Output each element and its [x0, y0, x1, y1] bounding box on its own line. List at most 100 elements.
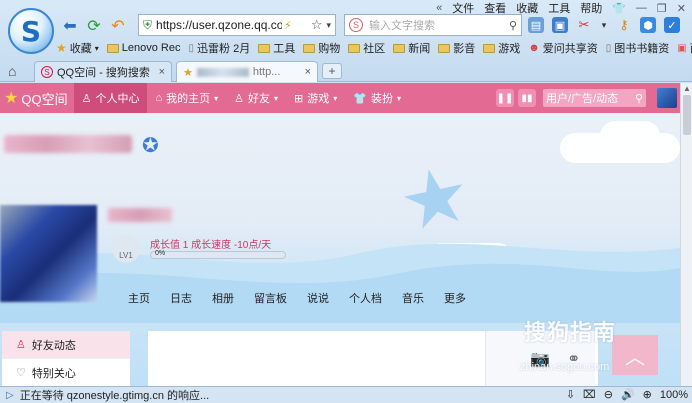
volume-icon[interactable]: 🔊 [621, 388, 635, 401]
bookmark-community[interactable]: 社区 [348, 40, 385, 56]
tab-more[interactable]: 更多 [434, 291, 476, 307]
zoom-out-icon[interactable]: ⊖ [604, 388, 613, 401]
menu-friends-feed[interactable]: ♙ 好友动态 [2, 331, 130, 359]
vip-badge-icon[interactable]: ✪ [142, 133, 159, 158]
folder-icon [483, 43, 496, 53]
tab-close-icon[interactable]: × [159, 66, 165, 78]
bookmark-news[interactable]: 新闻 [393, 40, 430, 56]
qzone-search-input[interactable]: 用户/广告/动态 ⚲ [543, 89, 646, 107]
tab-album[interactable]: 相册 [202, 291, 244, 307]
tab-qzone-search[interactable]: S QQ空间 - 搜狗搜索 × [34, 61, 172, 82]
back-to-top-button[interactable]: ︿ [612, 335, 658, 375]
bookmark-iask[interactable]: ☻ 爱问共享资 [528, 40, 598, 56]
growth-info[interactable]: 成长值 1 成长速度 -10点/天 [150, 236, 271, 251]
address-bar[interactable]: ⛨ https://user.qzone.qq.com ⚡ ☆ ▾ [138, 14, 336, 36]
bookmark-xunlei[interactable]: ▯ 迅雷粉 2月 [189, 40, 251, 56]
scrollbar-thumb[interactable] [683, 95, 691, 135]
security-shield-icon[interactable]: ✓ [664, 17, 680, 33]
nav-my-homepage[interactable]: ⌂ 我的主页 ▾ [147, 83, 226, 113]
minimize-icon[interactable]: — [636, 2, 647, 14]
screenshot-icon[interactable]: ▣ [552, 17, 568, 33]
bookmark-games[interactable]: 游戏 [483, 40, 520, 56]
undo-icon[interactable]: ↶ [108, 16, 128, 36]
qzone-star-icon: ★ [4, 90, 19, 107]
site-icon: ▣ [677, 42, 687, 54]
user-avatar-small[interactable] [657, 88, 677, 108]
shirt-icon[interactable]: 👕 [612, 2, 626, 15]
account-icon[interactable]: ⬢ [640, 17, 656, 33]
dropdown-icon[interactable]: ▾ [326, 20, 331, 31]
key-icon[interactable]: ⚷ [616, 17, 632, 33]
bookmark-lenovo[interactable]: Lenovo Rec [106, 42, 181, 54]
address-text[interactable]: https://user.qzone.qq.com [156, 18, 282, 32]
toolbar-icons: ▤ ▣ ✂ ▾ ⚷ ⬢ ✓ [528, 14, 680, 36]
zoom-icon[interactable]: ⊕ [643, 388, 652, 401]
vertical-scrollbar[interactable]: ▲ [680, 83, 692, 386]
tab-shuoshuo[interactable]: 说说 [297, 291, 339, 307]
heart-icon: ♡ [16, 367, 26, 379]
status-right-icons: ⇩ ⌧ ⊖ 🔊 ⊕ 100% [566, 388, 688, 402]
nav-personal-center[interactable]: ♙ 个人中心 [73, 83, 148, 113]
left-menu: ♙ 好友动态 ♡ 特别关心 [2, 331, 130, 386]
nav-games[interactable]: ⊞ 游戏 ▾ [286, 83, 345, 113]
bookmark-xiyou[interactable]: ▣西幼 [677, 40, 692, 56]
menu-special-care[interactable]: ♡ 特别关心 [2, 359, 130, 386]
person-icon: ♙ [16, 339, 26, 351]
sogou-s-icon: S [349, 18, 363, 32]
shirt-icon: 👕 [353, 92, 367, 105]
profile-tabs: 主页 日志 相册 留言板 说说 个人档 音乐 更多 [118, 291, 476, 307]
tab-profile[interactable]: 个人档 [339, 291, 392, 307]
screenshot-icon[interactable]: ⌧ [583, 388, 596, 401]
download-icon[interactable]: ⇩ [566, 388, 575, 401]
bookmark-shopping[interactable]: 购物 [303, 40, 340, 56]
blurred-tab-title [196, 67, 249, 77]
back-arrow-icon[interactable]: ⬅ [60, 16, 80, 36]
person-icon: ♙ [81, 92, 92, 105]
profile-avatar[interactable] [0, 205, 97, 302]
new-tab-button[interactable]: + [322, 63, 342, 79]
tab-blog[interactable]: 日志 [160, 291, 202, 307]
qzone-logo[interactable]: ★ QQ空间 [0, 83, 74, 113]
chevron-down-icon: ▾ [333, 93, 338, 103]
pause-icon[interactable]: ❚❚ [496, 89, 514, 107]
tab-qzone-user[interactable]: ★ http... × [176, 61, 318, 82]
search-icon[interactable]: ⚲ [509, 19, 517, 32]
restore-icon[interactable]: ❐ [657, 2, 667, 15]
close-icon[interactable]: ✕ [677, 2, 686, 15]
search-icon[interactable]: ⚲ [635, 92, 643, 105]
star-icon[interactable]: ☆ [311, 17, 323, 33]
friends-icon: ♙ [234, 92, 244, 105]
home-icon[interactable]: ⌂ [8, 63, 16, 79]
sidebar-toggle-icon[interactable]: ▷ [6, 390, 14, 401]
scroll-up-icon[interactable]: ▲ [683, 84, 691, 93]
tab-home[interactable]: 主页 [118, 291, 160, 307]
bookmark-tools[interactable]: 工具 [258, 40, 295, 56]
page-icon[interactable]: ▤ [528, 17, 544, 33]
page-icon: ▯ [605, 42, 612, 54]
zoom-level[interactable]: 100% [660, 389, 688, 401]
chevron-down-icon: ▾ [274, 93, 279, 103]
bookmark-media[interactable]: 影音 [438, 40, 475, 56]
refresh-icon[interactable]: ⟳ [84, 16, 104, 36]
scissors-dropdown-icon[interactable]: ▾ [600, 17, 608, 33]
favorites-button[interactable]: ★ 收藏 ▾ [56, 40, 99, 56]
nav-decorate[interactable]: 👕 装扮 ▾ [345, 83, 409, 113]
double-chevron-up-icon[interactable]: « [436, 2, 442, 14]
folder-icon [438, 43, 451, 53]
browser-search-box[interactable]: S 输入文字搜索 ⚲ [344, 14, 522, 36]
nav-friends[interactable]: ♙ 好友 ▾ [226, 83, 286, 113]
browser-chrome: S « 文件 查看 收藏 工具 帮助 👕 — ❐ ✕ ⬅ ⟳ ↶ ▾ ⛨ htt… [0, 0, 692, 82]
bookmark-books[interactable]: ▯ 图书书籍资 [606, 40, 670, 56]
tab-message-board[interactable]: 留言板 [244, 291, 297, 307]
wave-decoration [0, 243, 680, 323]
scissors-icon[interactable]: ✂ [576, 17, 592, 33]
tab-close-icon[interactable]: × [305, 66, 311, 78]
level-badge[interactable]: LV1 [112, 235, 140, 263]
sogou-browser-logo[interactable]: S [8, 8, 54, 54]
signal-icon[interactable]: ▮▮ [518, 89, 536, 107]
lightning-icon[interactable]: ⚡ [284, 19, 292, 32]
tab-music[interactable]: 音乐 [392, 291, 434, 307]
shield-icon: ⛨ [143, 17, 153, 32]
page-icon: ▯ [188, 42, 195, 54]
folder-icon [303, 43, 316, 53]
